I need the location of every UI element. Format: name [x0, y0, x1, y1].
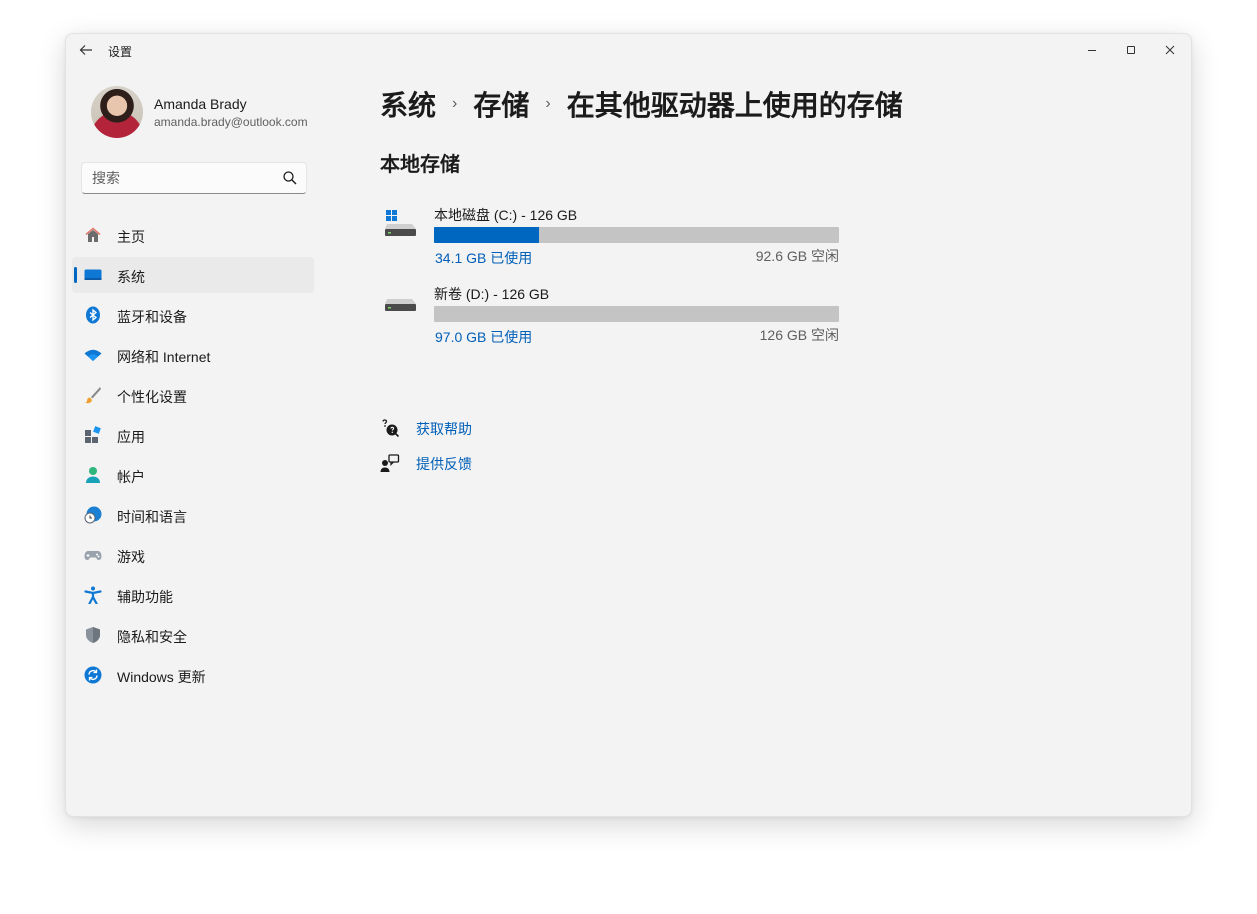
give-feedback-label: 提供反馈	[416, 456, 472, 472]
page-title: 在其他驱动器上使用的存储	[566, 90, 903, 121]
chevron-right-icon: ›	[452, 95, 458, 112]
sidebar-item-label: 游戏	[117, 549, 145, 565]
sidebar-item-accounts[interactable]: 帐户	[72, 457, 314, 493]
minimize-button[interactable]	[1076, 38, 1108, 62]
drive-icon	[385, 299, 416, 311]
sidebar-item-windows-update[interactable]: Windows 更新	[72, 657, 314, 693]
app-title: 设置	[108, 45, 133, 59]
sidebar-item-apps[interactable]: 应用	[72, 417, 314, 453]
sidebar-item-label: Windows 更新	[117, 669, 206, 685]
chevron-right-icon: ›	[545, 95, 551, 112]
breadcrumb: 系统 › 存储 › 在其他驱动器上使用的存储	[380, 84, 903, 124]
system-drive-icon	[385, 210, 416, 236]
apps-icon	[84, 426, 102, 444]
free-space-text: 92.6 GB 空闲	[755, 248, 839, 264]
globe-clock-icon	[84, 506, 102, 524]
sidebar-item-personalization[interactable]: 个性化设置	[72, 377, 314, 413]
sidebar-item-network[interactable]: 网络和 Internet	[72, 337, 314, 373]
drive-name: 本地磁盘 (C:) - 126 GB	[434, 207, 578, 223]
close-icon	[1165, 45, 1175, 55]
sidebar-item-label: 网络和 Internet	[117, 349, 211, 365]
drive-item[interactable]: 新卷 (D:) - 126 GB 97.0 GB 已使用 126 GB 空闲	[380, 284, 840, 345]
free-space-text: 126 GB 空闲	[759, 327, 839, 343]
selection-indicator	[74, 267, 77, 283]
feedback-icon	[380, 454, 400, 472]
usage-bar	[434, 227, 839, 243]
wifi-icon	[84, 346, 102, 364]
drive-item[interactable]: 本地磁盘 (C:) - 126 GB 34.1 GB 已使用 92.6 GB 空…	[380, 205, 840, 266]
usage-bar	[434, 306, 839, 322]
display-icon	[84, 266, 102, 284]
minimize-icon	[1088, 49, 1096, 51]
title-bar: 设置	[66, 34, 1191, 66]
update-icon	[84, 666, 102, 684]
sidebar-item-label: 隐私和安全	[117, 629, 187, 645]
avatar[interactable]	[91, 86, 143, 138]
sidebar-item-label: 蓝牙和设备	[117, 309, 187, 325]
close-button[interactable]	[1154, 38, 1186, 62]
used-space-text: 97.0 GB 已使用	[435, 329, 533, 345]
sidebar-item-accessibility[interactable]: 辅助功能	[72, 577, 314, 613]
sidebar-item-time-language[interactable]: 时间和语言	[72, 497, 314, 533]
used-space-text: 34.1 GB 已使用	[435, 250, 533, 266]
breadcrumb-item-system[interactable]: 系统	[380, 84, 436, 124]
shield-icon	[84, 626, 102, 644]
sidebar-item-bluetooth[interactable]: 蓝牙和设备	[72, 297, 314, 333]
search-input[interactable]	[92, 163, 272, 193]
person-icon	[84, 466, 102, 484]
sidebar-item-label: 辅助功能	[117, 589, 173, 605]
profile-email: amanda.brady@outlook.com	[154, 115, 308, 129]
brush-icon	[84, 386, 102, 404]
breadcrumb-item-storage[interactable]: 存储	[473, 84, 529, 124]
drive-name: 新卷 (D:) - 126 GB	[434, 286, 550, 302]
back-button[interactable]	[76, 40, 96, 60]
home-icon	[84, 226, 102, 244]
sidebar-item-home[interactable]: 主页	[72, 217, 314, 253]
bluetooth-icon	[84, 306, 102, 324]
sidebar-item-label: 时间和语言	[117, 509, 187, 525]
section-title: 本地存储	[380, 154, 460, 176]
sidebar-item-label: 应用	[117, 429, 145, 445]
sidebar-item-label: 帐户	[117, 469, 145, 485]
sidebar-item-label: 个性化设置	[117, 389, 187, 405]
sidebar-item-label: 主页	[117, 229, 145, 245]
maximize-button[interactable]	[1115, 38, 1147, 62]
sidebar-item-privacy-security[interactable]: 隐私和安全	[72, 617, 314, 653]
sidebar-item-label: 系统	[117, 269, 145, 285]
sidebar-item-gaming[interactable]: 游戏	[72, 537, 314, 573]
settings-window: 设置 Amanda Brady amanda.brady@outlook.com…	[65, 33, 1192, 817]
search-box	[81, 162, 307, 194]
usage-bar-fill	[434, 227, 540, 243]
maximize-icon	[1127, 46, 1135, 54]
help-icon	[382, 419, 400, 438]
gamepad-icon	[84, 546, 102, 564]
arrow-left-icon	[79, 45, 92, 55]
get-help-label: 获取帮助	[416, 421, 472, 437]
accessibility-icon	[84, 586, 102, 604]
profile-name: Amanda Brady	[154, 96, 247, 112]
sidebar-item-system[interactable]: 系统	[72, 257, 314, 293]
search-icon[interactable]	[282, 170, 298, 186]
